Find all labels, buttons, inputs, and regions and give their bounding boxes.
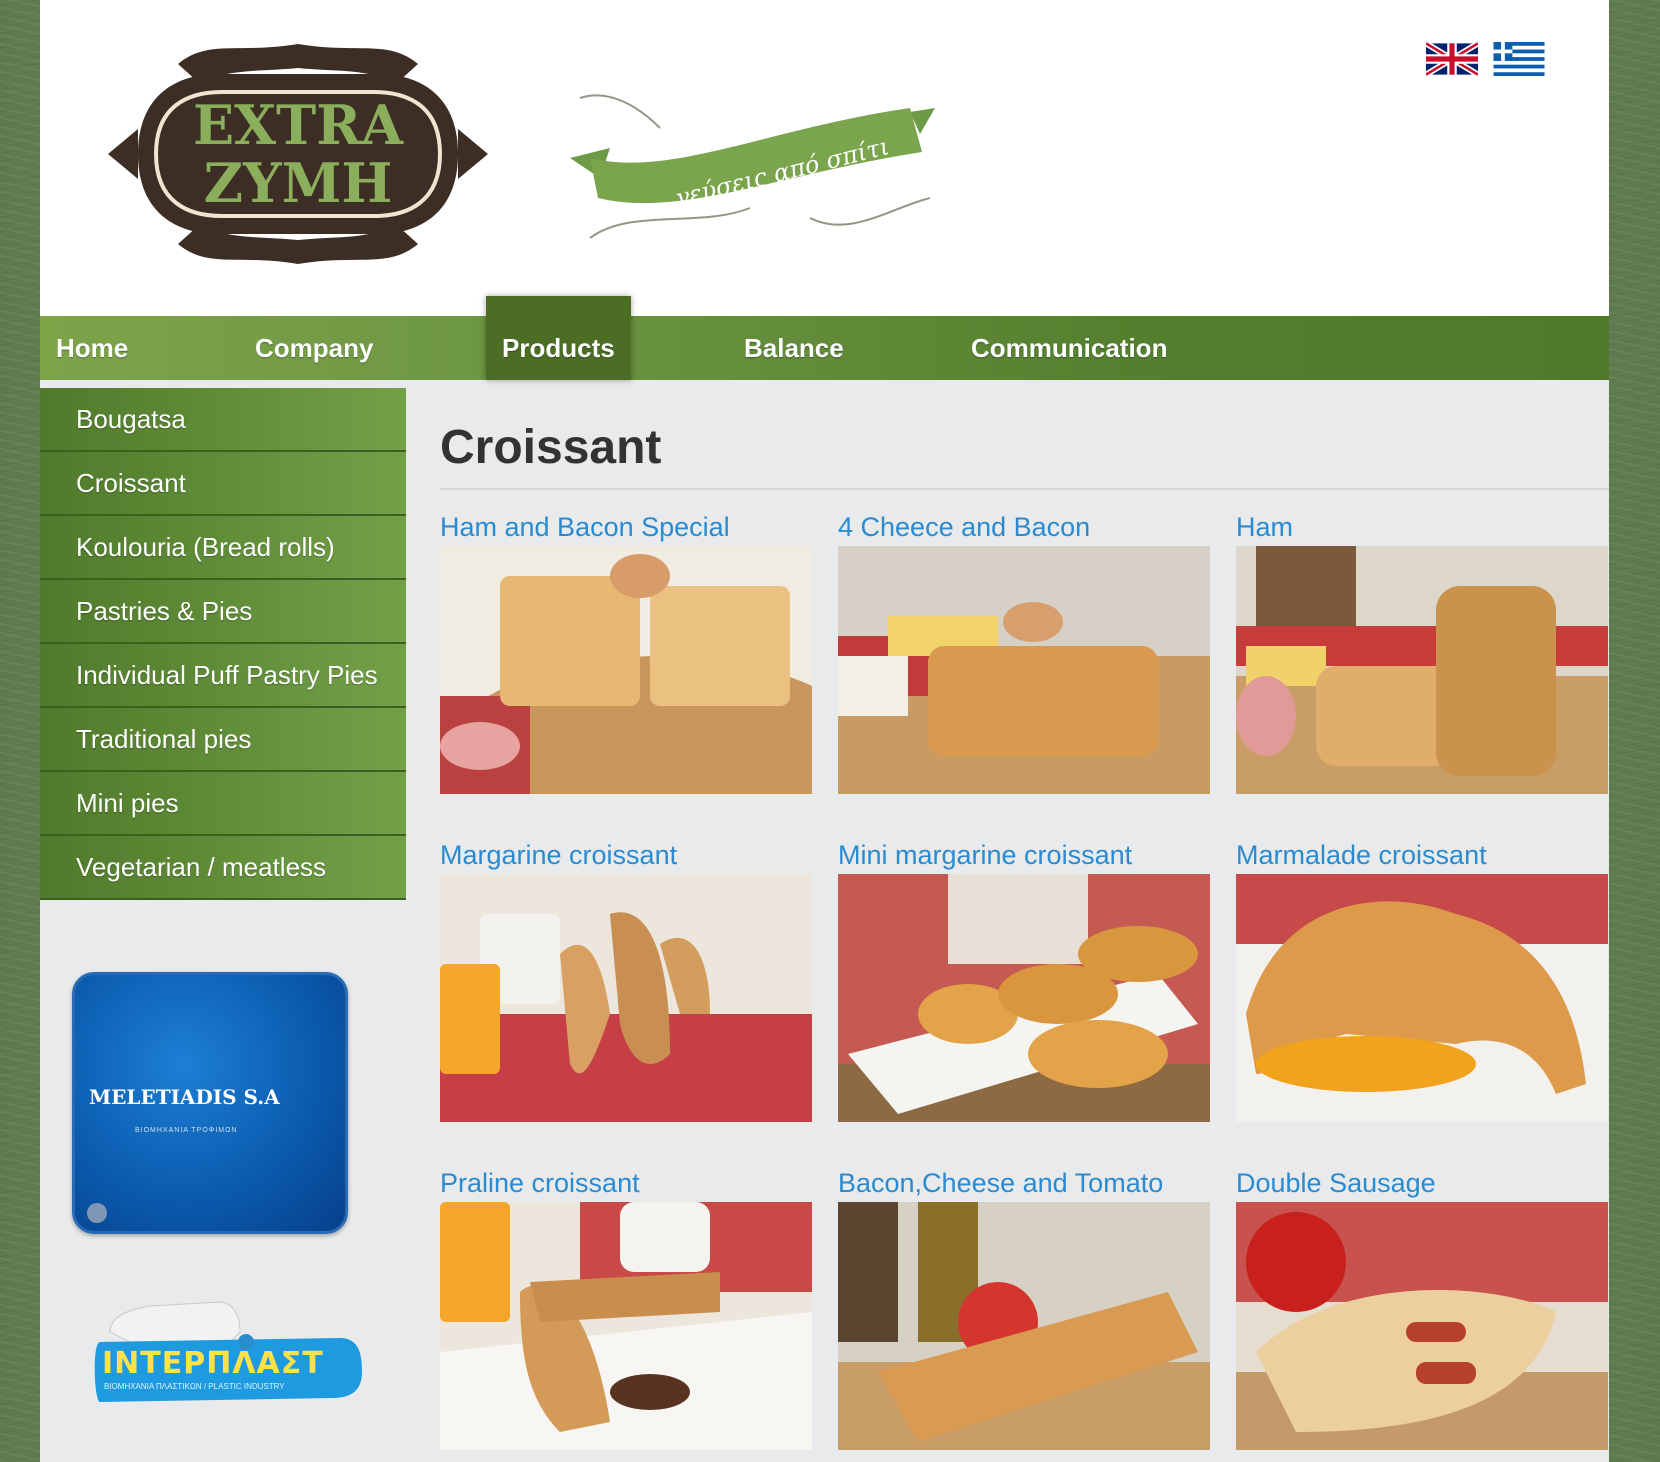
product-card[interactable]: Ham and Bacon Special (440, 510, 812, 794)
product-card[interactable]: Mini margarine croissant (838, 838, 1210, 1122)
meletiadis-ad-banner[interactable]: MELETIADIS S.A ΒΙΟΜΗΧΑΝΙΑ ΤΡΟΦΙΜΩΝ (72, 972, 348, 1234)
product-image[interactable] (440, 874, 812, 1122)
product-card[interactable]: Double Sausage (1236, 1166, 1608, 1450)
sidebar-item-bougatsa[interactable]: Bougatsa (40, 388, 406, 452)
product-card[interactable]: Bacon,Cheese and Tomato (838, 1166, 1210, 1450)
page: EXTRA ΖΥΜΗ γεύσεις από σπίτι Home Compan… (40, 0, 1609, 1462)
product-image[interactable] (1236, 874, 1608, 1122)
svg-text:EXTRA: EXTRA (193, 93, 404, 157)
product-image[interactable] (838, 1202, 1210, 1450)
nav-company[interactable]: Company (255, 316, 373, 380)
interplast-logo-text: ΙΝΤΕΡΠΛΑΣΤ (102, 1346, 324, 1381)
product-name[interactable]: Margarine croissant (440, 838, 812, 872)
sidebar-item-koulouria[interactable]: Koulouria (Bread rolls) (40, 516, 406, 580)
product-name[interactable]: Marmalade croissant (1236, 838, 1608, 872)
product-image[interactable] (1236, 546, 1608, 794)
product-name[interactable]: 4 Cheece and Bacon (838, 510, 1210, 544)
product-name[interactable]: Praline croissant (440, 1166, 812, 1200)
sidebar-item-mini-pies[interactable]: Mini pies (40, 772, 406, 836)
product-image[interactable] (440, 546, 812, 794)
product-image[interactable] (838, 874, 1210, 1122)
uk-flag-icon[interactable] (1426, 42, 1478, 76)
page-title: Croissant (440, 421, 662, 474)
product-card[interactable]: Praline croissant (440, 1166, 812, 1450)
product-name[interactable]: Bacon,Cheese and Tomato (838, 1166, 1210, 1200)
interplast-ad-banner[interactable]: ΙΝΤΕΡΠΛΑΣΤ ΒΙΟΜΗΧΑΝΙΑ ΠΛΑΣΤΙΚΩΝ / PLASTI… (70, 1272, 384, 1422)
product-category-sidebar: Bougatsa Croissant Koulouria (Bread roll… (40, 388, 406, 900)
greek-flag-icon[interactable] (1493, 42, 1545, 76)
main-nav: Home Company Products Balance Communicat… (40, 296, 1609, 380)
sidebar-item-traditional-pies[interactable]: Traditional pies (40, 708, 406, 772)
title-divider (440, 488, 1609, 490)
nav-balance[interactable]: Balance (744, 316, 844, 380)
product-image[interactable] (838, 546, 1210, 794)
product-name[interactable]: Double Sausage (1236, 1166, 1608, 1200)
product-image[interactable] (440, 1202, 812, 1450)
sidebar-item-pastries-pies[interactable]: Pastries & Pies (40, 580, 406, 644)
nav-home[interactable]: Home (56, 316, 128, 380)
product-name[interactable]: Ham and Bacon Special (440, 510, 812, 544)
sidebar-item-puff-pastry-pies[interactable]: Individual Puff Pastry Pies (40, 644, 406, 708)
product-name[interactable]: Ham (1236, 510, 1608, 544)
tagline-banner: γεύσεις από σπίτι (570, 94, 935, 239)
product-image[interactable] (1236, 1202, 1608, 1450)
meletiadis-logo-text: MELETIADIS S.A (89, 1085, 280, 1109)
nav-products[interactable]: Products (486, 296, 631, 380)
header: EXTRA ΖΥΜΗ γεύσεις από σπίτι (40, 0, 1609, 316)
product-card[interactable]: Ham (1236, 510, 1608, 794)
nav-communication[interactable]: Communication (971, 316, 1167, 380)
sidebar-item-croissant[interactable]: Croissant (40, 452, 406, 516)
interplast-subtitle: ΒΙΟΜΗΧΑΝΙΑ ΠΛΑΣΤΙΚΩΝ / PLASTIC INDUSTRY (104, 1382, 285, 1391)
extra-zymh-logo[interactable]: EXTRA ΖΥΜΗ (98, 34, 498, 274)
product-name[interactable]: Mini margarine croissant (838, 838, 1210, 872)
product-card[interactable]: Marmalade croissant (1236, 838, 1608, 1122)
sidebar-item-vegetarian[interactable]: Vegetarian / meatless (40, 836, 406, 900)
product-card[interactable]: Margarine croissant (440, 838, 812, 1122)
product-card[interactable]: 4 Cheece and Bacon (838, 510, 1210, 794)
meletiadis-subtitle: ΒΙΟΜΗΧΑΝΙΑ ΤΡΟΦΙΜΩΝ (135, 1127, 238, 1134)
svg-text:ΖΥΜΗ: ΖΥΜΗ (204, 151, 393, 215)
play-icon (87, 1203, 107, 1223)
